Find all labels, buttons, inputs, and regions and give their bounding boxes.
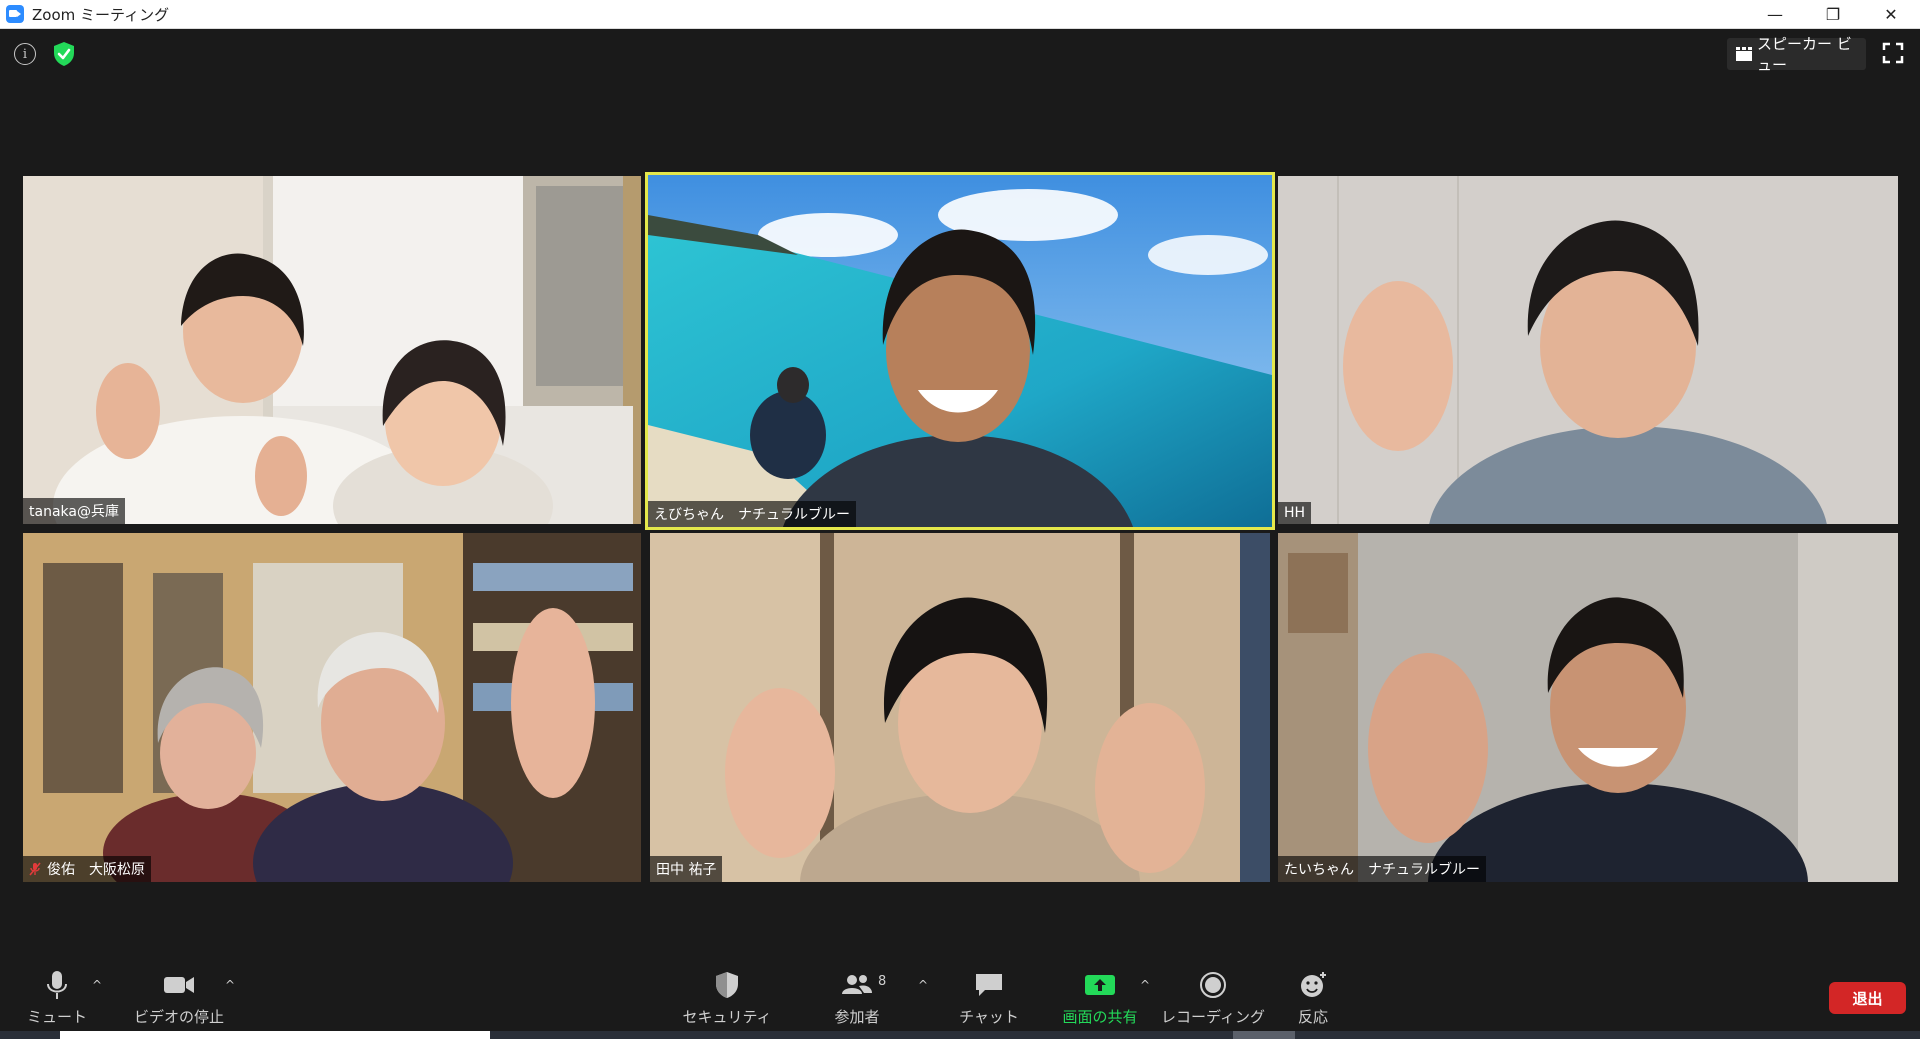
- participants-options-caret[interactable]: ^: [918, 978, 928, 992]
- participant-name-label: たいちゃん ナチュラルブルー: [1278, 856, 1486, 882]
- window-controls: — ❐ ✕: [1746, 0, 1920, 29]
- participant-name: HH: [1284, 505, 1306, 521]
- minimize-button[interactable]: —: [1746, 0, 1804, 29]
- microphone-icon: [41, 970, 73, 1000]
- participant-name-label: 田中 祐子: [650, 856, 723, 882]
- zoom-app-icon: [6, 5, 24, 23]
- video-tile[interactable]: たいちゃん ナチュラルブルー: [1278, 533, 1898, 882]
- participant-name: tanaka@兵庫: [29, 504, 119, 520]
- meeting-info-button[interactable]: i: [14, 43, 36, 65]
- video-tile[interactable]: HH: [1278, 176, 1898, 524]
- recording-button[interactable]: レコーディング: [1161, 970, 1265, 1030]
- participant-name: 田中 祐子: [656, 862, 717, 878]
- title-bar: Zoom ミーティング — ❐ ✕: [0, 0, 1920, 29]
- video-tile[interactable]: 俊佑 大阪松原: [23, 533, 641, 882]
- mute-options-caret[interactable]: ^: [92, 978, 102, 992]
- speaker-view-label: スピーカー ビュー: [1757, 35, 1852, 74]
- fullscreen-icon[interactable]: [1882, 42, 1904, 64]
- mute-label: ミュート: [27, 1008, 88, 1026]
- participant-name-label: 俊佑 大阪松原: [23, 856, 151, 882]
- gallery-grid-icon: [1735, 46, 1753, 62]
- chat-bubble-icon: [973, 970, 1005, 1000]
- chat-label: チャット: [959, 1008, 1019, 1026]
- close-button[interactable]: ✕: [1862, 0, 1920, 29]
- mute-button[interactable]: ミュート: [27, 970, 88, 1030]
- participants-count: 8: [878, 974, 887, 989]
- recording-label: レコーディング: [1161, 1008, 1265, 1026]
- muted-mic-icon: [29, 862, 41, 876]
- meeting-toolbar: ミュート ^ ビデオの停止 ^ セキュリティ 参加者 8 ^ チャット 画面の共…: [0, 950, 1920, 1039]
- leave-meeting-button[interactable]: 退出: [1829, 982, 1906, 1014]
- chat-button[interactable]: チャット: [959, 970, 1019, 1030]
- participant-video: [1278, 533, 1898, 882]
- bottom-strip-segment: [60, 1031, 490, 1039]
- reactions-button[interactable]: 反応: [1296, 970, 1330, 1030]
- bottom-strip: [0, 1031, 1920, 1039]
- bottom-strip-segment: [1233, 1031, 1295, 1039]
- emoji-reaction-icon: [1297, 970, 1329, 1000]
- participant-video: [650, 533, 1270, 882]
- share-screen-button[interactable]: 画面の共有: [1060, 970, 1140, 1030]
- participant-video: [1278, 176, 1898, 524]
- participant-name: えびちゃん ナチュラルブルー: [654, 507, 850, 523]
- speaker-view-button[interactable]: スピーカー ビュー: [1727, 35, 1866, 74]
- video-camera-icon: [163, 970, 195, 1000]
- stop-video-label: ビデオの停止: [134, 1008, 225, 1026]
- restore-button[interactable]: ❐: [1804, 0, 1862, 29]
- participant-video: [23, 176, 641, 524]
- share-screen-icon: [1084, 970, 1116, 1000]
- participants-label: 参加者: [834, 1008, 880, 1026]
- participant-name: たいちゃん ナチュラルブルー: [1284, 862, 1480, 878]
- participants-icon: [841, 970, 873, 1000]
- video-tile[interactable]: 田中 祐子: [650, 533, 1270, 882]
- stop-video-button[interactable]: ビデオの停止: [134, 970, 225, 1030]
- participant-name-label: えびちゃん ナチュラルブルー: [648, 501, 856, 527]
- participant-name-label: tanaka@兵庫: [23, 498, 125, 524]
- participant-name-label: HH: [1278, 502, 1312, 524]
- video-tile[interactable]: tanaka@兵庫: [23, 176, 641, 524]
- record-icon: [1197, 970, 1229, 1000]
- security-label: セキュリティ: [682, 1008, 772, 1026]
- video-tile[interactable]: えびちゃん ナチュラルブルー: [648, 175, 1272, 527]
- participant-name: 俊佑 大阪松原: [47, 862, 145, 878]
- share-options-caret[interactable]: ^: [1140, 978, 1150, 992]
- encryption-shield-icon[interactable]: [52, 41, 76, 67]
- participants-button[interactable]: 参加者: [832, 970, 882, 1030]
- share-screen-label: 画面の共有: [1062, 1008, 1138, 1026]
- participant-video: [23, 533, 641, 882]
- window-title: Zoom ミーティング: [32, 5, 170, 24]
- security-button[interactable]: セキュリティ: [682, 970, 772, 1030]
- participant-video: [648, 175, 1272, 527]
- security-shield-icon: [711, 970, 743, 1000]
- reactions-label: 反応: [1297, 1008, 1328, 1026]
- video-options-caret[interactable]: ^: [225, 978, 235, 992]
